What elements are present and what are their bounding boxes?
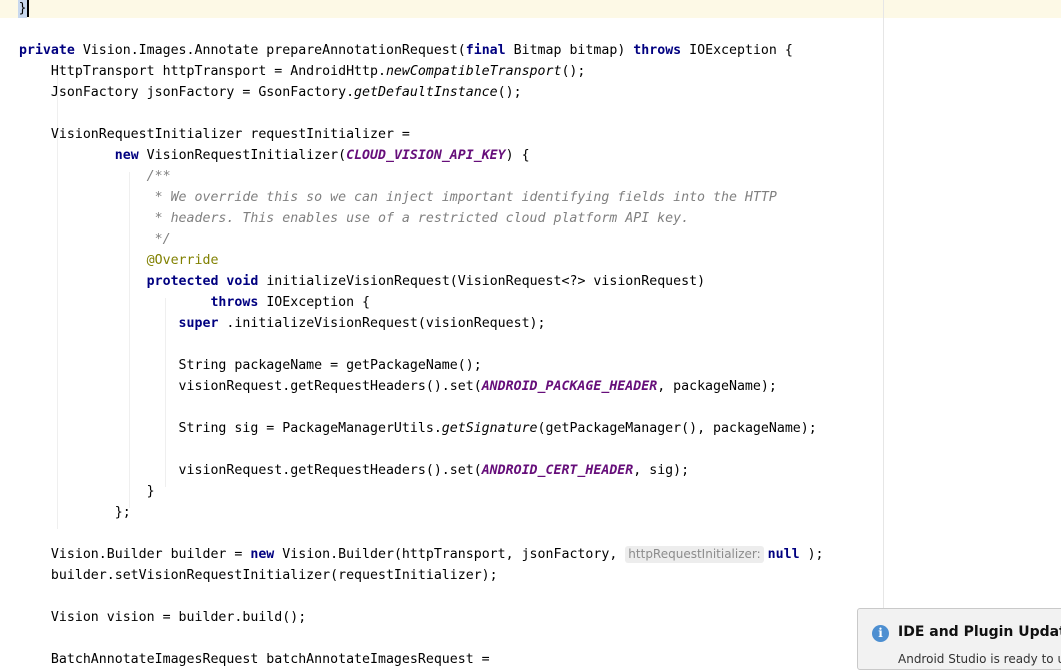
code-line[interactable]: */ (19, 229, 171, 250)
notification-title[interactable]: IDE and Plugin Updates (898, 624, 1061, 640)
code-token: IOException { (689, 43, 793, 58)
code-token: */ (19, 232, 171, 247)
code-token: new (250, 547, 275, 562)
code-line[interactable]: throws IOException { (19, 292, 370, 313)
code-line[interactable]: private Vision.Images.Annotate prepareAn… (19, 40, 793, 61)
code-token: , packageName); (657, 379, 777, 394)
code-token: * headers. This enables use of a restric… (19, 211, 690, 226)
code-token: Vision.Builder builder = (19, 547, 251, 562)
code-token: private (19, 43, 75, 58)
code-line[interactable]: BatchAnnotateImagesRequest batchAnnotate… (19, 649, 490, 670)
code-token: CLOUD_VISION_API_KEY (346, 148, 506, 163)
info-icon: i (872, 625, 889, 642)
code-line[interactable]: /** (19, 166, 171, 187)
code-token: initializeVisionRequest(VisionRequest<?>… (266, 274, 706, 289)
code-line[interactable]: } (19, 481, 155, 502)
code-token: VisionRequestInitializer( (146, 148, 347, 163)
text-caret (27, 0, 29, 17)
code-token: ) { (505, 148, 530, 163)
code-token: }; (19, 505, 131, 520)
code-token: Vision.Images.Annotate prepareAnnotation… (82, 43, 466, 58)
parameter-hint: httpRequestInitializer: (625, 546, 764, 563)
code-token: String sig = PackageManagerUtils. (19, 421, 442, 436)
code-token: builder.setVisionRequestInitializer(requ… (19, 568, 498, 583)
code-token: (); (497, 85, 522, 100)
code-token: final (465, 43, 506, 58)
code-line[interactable]: }; (19, 502, 131, 523)
code-token: HttpTransport httpTransport = AndroidHtt… (19, 64, 386, 79)
code-token: IOException { (266, 295, 371, 310)
code-line[interactable]: String packageName = getPackageName(); (19, 355, 482, 376)
code-token: JsonFactory jsonFactory = GsonFactory. (19, 85, 355, 100)
code-token: Bitmap bitmap) (513, 43, 634, 58)
code-token: getDefaultInstance (354, 85, 498, 100)
code-token: .initializeVisionRequest(visionRequest); (226, 316, 546, 331)
code-token: newCompatibleTransport (385, 64, 562, 79)
code-line[interactable]: builder.setVisionRequestInitializer(requ… (19, 565, 498, 586)
code-line[interactable]: JsonFactory jsonFactory = GsonFactory.ge… (19, 82, 522, 103)
code-line[interactable]: VisionRequestInitializer requestInitiali… (19, 124, 410, 145)
code-line[interactable]: Vision vision = builder.build(); (19, 607, 306, 628)
code-token: null (767, 547, 800, 562)
code-token: throws (633, 43, 682, 58)
code-line[interactable]: visionRequest.getRequestHeaders().set(AN… (19, 376, 777, 397)
code-line[interactable]: protected void initializeVisionRequest(V… (19, 271, 705, 292)
code-token: , sig); (633, 463, 690, 478)
code-token: visionRequest.getRequestHeaders().set( (19, 379, 482, 394)
code-line[interactable]: * We override this so we can inject impo… (19, 187, 777, 208)
code-token: void (226, 274, 259, 289)
code-token: BatchAnnotateImagesRequest batchAnnotate… (19, 652, 490, 667)
current-line-highlight: } (0, 0, 1061, 18)
code-token: visionRequest.getRequestHeaders().set( (19, 463, 482, 478)
code-line[interactable]: @Override (19, 250, 219, 271)
code-token: VisionRequestInitializer requestInitiali… (19, 127, 410, 142)
code-line[interactable]: HttpTransport httpTransport = AndroidHtt… (19, 61, 585, 82)
matched-brace: } (18, 0, 27, 18)
code-line[interactable]: super .initializeVisionRequest(visionReq… (19, 313, 546, 334)
code-token: /** (19, 169, 171, 184)
code-line[interactable]: String sig = PackageManagerUtils.getSign… (19, 418, 817, 439)
code-token: @Override (19, 253, 219, 268)
code-token: Vision.Builder(httpTransport, jsonFactor… (282, 547, 626, 562)
code-token: super (178, 316, 219, 331)
right-margin-guide (883, 0, 884, 659)
update-notification[interactable]: i IDE and Plugin Updates Android Studio … (857, 608, 1061, 670)
code-token: throws (210, 295, 259, 310)
code-token: ANDROID_CERT_HEADER (481, 463, 634, 478)
code-token: protected (146, 274, 219, 289)
code-line[interactable]: * headers. This enables use of a restric… (19, 208, 689, 229)
notification-body: Android Studio is ready to update. (898, 652, 1061, 666)
code-token: ); (807, 547, 824, 562)
code-token: getSignature (441, 421, 538, 436)
code-token: new (114, 148, 139, 163)
code-token: (); (561, 64, 586, 79)
code-line[interactable]: visionRequest.getRequestHeaders().set(AN… (19, 460, 690, 481)
code-token: } (19, 484, 155, 499)
code-line[interactable]: Vision.Builder builder = new Vision.Buil… (19, 544, 824, 565)
code-token: String packageName = getPackageName(); (19, 358, 482, 373)
code-token: (getPackageManager(), packageName); (537, 421, 817, 436)
code-token: ANDROID_PACKAGE_HEADER (481, 379, 658, 394)
code-line[interactable]: new VisionRequestInitializer(CLOUD_VISIO… (19, 145, 530, 166)
code-token: * We override this so we can inject impo… (19, 190, 777, 205)
code-token: Vision vision = builder.build(); (19, 610, 307, 625)
